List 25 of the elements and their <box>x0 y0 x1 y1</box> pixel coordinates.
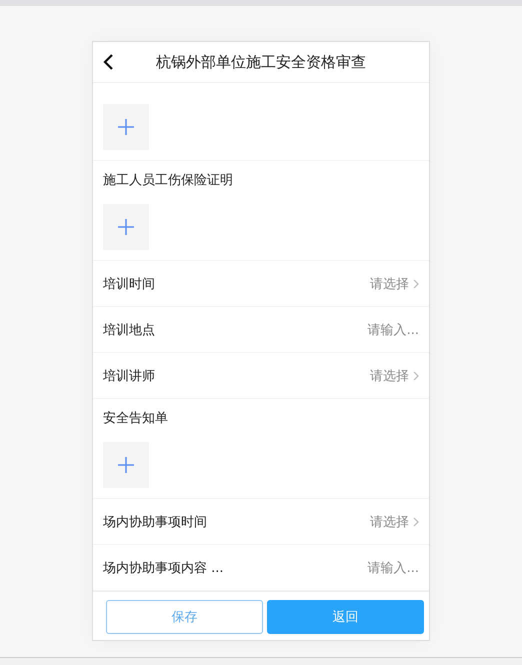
save-button[interactable]: 保存 <box>106 600 263 634</box>
field-label: 培训时间 <box>103 276 155 292</box>
chevron-right-icon <box>413 516 419 526</box>
back-icon[interactable] <box>103 53 115 71</box>
upload-button[interactable] <box>103 104 149 150</box>
field-label: 培训讲师 <box>103 368 155 384</box>
input-field[interactable]: 请输入... <box>368 320 419 338</box>
plus-icon <box>118 119 134 135</box>
input-field[interactable]: 请输入... <box>368 558 419 576</box>
field-label: 场内协助事项内容 ... <box>103 560 224 576</box>
field-label: 施工人员工伤保险证明 <box>103 172 233 190</box>
upload-button[interactable] <box>103 442 149 488</box>
plus-icon <box>118 219 134 235</box>
field-label: 安全告知单 <box>103 410 168 428</box>
back-button[interactable]: 返回 <box>267 600 424 634</box>
select-field[interactable]: 请选择 <box>370 512 409 530</box>
field-label: 场内协助事项时间 <box>103 514 207 530</box>
chevron-right-icon <box>413 278 419 288</box>
chevron-right-icon <box>413 370 419 380</box>
upload-button[interactable] <box>103 204 149 250</box>
select-field[interactable]: 请选择 <box>370 274 409 292</box>
select-field[interactable]: 请选择 <box>370 366 409 384</box>
plus-icon <box>118 457 134 473</box>
page-title: 杭锅外部单位施工安全资格审查 <box>156 52 366 72</box>
field-label: 培训地点 <box>103 322 155 338</box>
